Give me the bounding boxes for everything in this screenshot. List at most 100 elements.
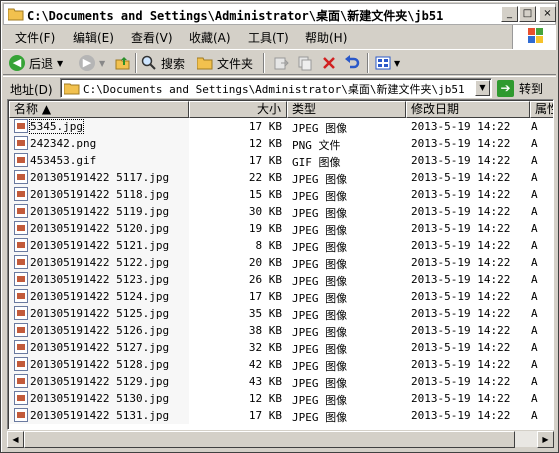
column-header-size[interactable]: 大小 [189,101,287,118]
search-button[interactable]: 搜索 [141,53,185,73]
address-input[interactable]: C:\Documents and Settings\Administrator\… [60,78,492,98]
list-item[interactable]: 201305191422 5125.jpg 35 KB JPEG 图像 2013… [9,305,553,322]
menu-file[interactable]: 文件(F) [15,29,55,46]
toolbar: ◀ 后退 ▼ ▶ ▼ 搜索 文件夹 ▼ [3,49,556,75]
file-date: 2013-5-19 14:22 [411,171,511,184]
go-arrow-icon: ➔ [497,79,514,97]
column-header-attributes[interactable]: 属性 [530,101,553,118]
file-type: JPEG 图像 [292,309,348,322]
file-attributes: A [531,273,538,286]
file-attributes: A [531,324,538,337]
search-icon [141,55,156,70]
list-item[interactable]: 201305191422 5129.jpg 43 KB JPEG 图像 2013… [9,373,553,390]
list-item[interactable]: 242342.png 12 KB PNG 文件 2013-5-19 14:22 … [9,135,553,152]
file-type: JPEG 图像 [292,173,348,186]
scroll-left-button[interactable]: ◀ [7,431,24,448]
file-list[interactable]: 名称 ▲ 大小 类型 修改日期 属性 5345.jpg 17 KB JPEG 图… [7,99,554,430]
menu-tools[interactable]: 工具(T) [248,29,289,46]
file-name: 201305191422 5121.jpg [30,239,170,252]
menu-edit[interactable]: 编辑(E) [73,29,114,46]
file-date: 2013-5-19 14:22 [411,409,511,422]
file-type: JPEG 图像 [292,343,348,356]
list-item[interactable]: 201305191422 5123.jpg 26 KB JPEG 图像 2013… [9,271,553,288]
image-file-icon [14,374,28,388]
forward-arrow-icon: ▶ [79,55,95,71]
file-attributes: A [531,222,538,235]
address-dropdown-button[interactable]: ▼ [475,80,490,96]
file-name: 242342.png [30,137,97,150]
menu-favorites[interactable]: 收藏(A) [189,29,231,46]
go-label: 转到 [519,81,544,96]
file-size: 17 KB [248,290,282,303]
file-date: 2013-5-19 14:22 [411,392,511,405]
horizontal-scrollbar[interactable]: ◀ ▶ [7,430,554,448]
menu-help[interactable]: 帮助(H) [305,29,347,46]
list-item[interactable]: 201305191422 5117.jpg 22 KB JPEG 图像 2013… [9,169,553,186]
image-file-icon [14,204,28,218]
list-item[interactable]: 201305191422 5127.jpg 32 KB JPEG 图像 2013… [9,339,553,356]
list-item[interactable]: 201305191422 5119.jpg 30 KB JPEG 图像 2013… [9,203,553,220]
views-button[interactable]: ▼ [375,53,400,73]
file-size: 30 KB [248,205,282,218]
menu-view[interactable]: 查看(V) [131,29,173,46]
move-to-button[interactable] [273,53,289,73]
close-button[interactable]: × [539,6,556,22]
file-name: 201305191422 5131.jpg [30,409,170,422]
file-type: JPEG 图像 [292,122,348,135]
column-header-date[interactable]: 修改日期 [406,101,530,118]
back-label: 后退 [29,56,54,71]
column-header-name[interactable]: 名称 ▲ [9,101,189,118]
folders-label: 文件夹 [217,56,254,71]
file-name: 453453.gif [30,154,97,167]
maximize-button[interactable]: □ [519,6,536,22]
list-item[interactable]: 5345.jpg 17 KB JPEG 图像 2013-5-19 14:22 A [9,118,553,135]
copy-to-button[interactable] [297,53,313,73]
delete-button[interactable] [321,53,337,73]
list-item[interactable]: 201305191422 5126.jpg 38 KB JPEG 图像 2013… [9,322,553,339]
file-name: 201305191422 5118.jpg [30,188,170,201]
image-file-icon [14,289,28,303]
back-button[interactable]: ◀ 后退 ▼ [9,53,63,73]
list-item[interactable]: 201305191422 5131.jpg 17 KB JPEG 图像 2013… [9,407,553,424]
file-attributes: A [531,171,538,184]
list-item[interactable]: 201305191422 5120.jpg 19 KB JPEG 图像 2013… [9,220,553,237]
file-size: 19 KB [248,222,282,235]
scroll-right-button[interactable]: ▶ [537,431,554,448]
file-attributes: A [531,290,538,303]
list-item[interactable]: 201305191422 5118.jpg 15 KB JPEG 图像 2013… [9,186,553,203]
list-item[interactable]: 201305191422 5122.jpg 20 KB JPEG 图像 2013… [9,254,553,271]
scrollbar-thumb[interactable] [24,431,515,448]
forward-button[interactable]: ▶ ▼ [79,53,105,73]
file-type: JPEG 图像 [292,275,348,288]
file-size: 22 KB [248,171,282,184]
undo-button[interactable] [344,53,360,73]
up-folder-button[interactable] [115,53,131,73]
list-item[interactable]: 201305191422 5130.jpg 12 KB JPEG 图像 2013… [9,390,553,407]
file-attributes: A [531,358,538,371]
go-button[interactable]: ➔ 转到 [497,78,543,98]
image-file-icon [14,408,28,422]
list-item[interactable]: 201305191422 5124.jpg 17 KB JPEG 图像 2013… [9,288,553,305]
menu-bar: 文件(F) 编辑(E) 查看(V) 收藏(A) 工具(T) 帮助(H) [3,27,511,47]
list-item[interactable]: 201305191422 5121.jpg 8 KB JPEG 图像 2013-… [9,237,553,254]
file-size: 8 KB [255,239,283,252]
list-item[interactable]: 453453.gif 17 KB GIF 图像 2013-5-19 14:22 … [9,152,553,169]
file-type: JPEG 图像 [292,326,348,339]
explorer-window: C:\Documents and Settings\Administrator\… [0,0,559,453]
folders-button[interactable]: 文件夹 [197,53,253,73]
image-file-icon [14,119,28,133]
image-file-icon [14,238,28,252]
title-bar[interactable]: C:\Documents and Settings\Administrator\… [3,3,556,25]
file-date: 2013-5-19 14:22 [411,222,511,235]
file-date: 2013-5-19 14:22 [411,239,511,252]
windows-logo-icon [512,25,556,49]
file-size: 15 KB [248,188,282,201]
file-type: JPEG 图像 [292,377,348,390]
file-name: 201305191422 5124.jpg [30,290,170,303]
image-file-icon [14,272,28,286]
file-attributes: A [531,375,538,388]
minimize-button[interactable]: _ [501,6,518,22]
image-file-icon [14,340,28,354]
column-header-type[interactable]: 类型 [287,101,406,118]
list-item[interactable]: 201305191422 5128.jpg 42 KB JPEG 图像 2013… [9,356,553,373]
